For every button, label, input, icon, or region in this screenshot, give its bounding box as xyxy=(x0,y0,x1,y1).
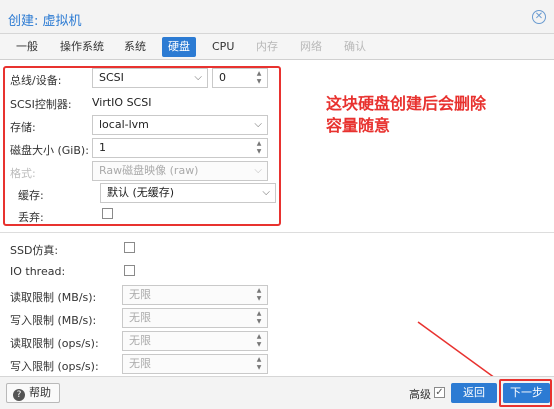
tab-cpu[interactable]: CPU xyxy=(206,37,240,57)
write-limit-mb-placeholder: 无限 xyxy=(129,311,151,324)
help-button[interactable]: ? 帮助 xyxy=(6,383,60,403)
read-limit-ops-input[interactable]: 无限 ▲ ▼ xyxy=(122,331,268,351)
wizard-tabs: 一般 操作系统 系统 硬盘 CPU 内存 网络 确认 xyxy=(0,34,554,60)
io-thread-checkbox[interactable] xyxy=(124,265,135,276)
read-limit-mb-placeholder: 无限 xyxy=(129,288,151,301)
tab-system[interactable]: 系统 xyxy=(118,37,152,57)
help-icon: ? xyxy=(13,389,25,401)
advanced-label: 高级 xyxy=(409,388,431,401)
read-limit-ops-placeholder: 无限 xyxy=(129,334,151,347)
tab-memory: 内存 xyxy=(256,40,278,53)
io-thread-label: IO thread: xyxy=(10,265,66,278)
tab-hard-disk[interactable]: 硬盘 xyxy=(162,37,196,57)
ssd-emulation-label: SSD仿真: xyxy=(10,244,59,257)
write-limit-ops-input[interactable]: 无限 ▲ ▼ xyxy=(122,354,268,374)
close-icon[interactable]: ✕ xyxy=(532,10,546,24)
read-limit-ops-label: 读取限制 (ops/s): xyxy=(10,337,99,350)
advanced-checkbox[interactable]: ✓ xyxy=(434,387,445,398)
help-label: 帮助 xyxy=(29,386,51,399)
write-limit-ops-label: 写入限制 (ops/s): xyxy=(10,360,99,373)
tab-confirm: 确认 xyxy=(344,40,366,53)
spinner-arrows-icon[interactable]: ▲ ▼ xyxy=(255,287,263,303)
annotation-text: 这块硬盘创建后会删除 容量随意 xyxy=(326,93,516,137)
annotation-highlight-box xyxy=(3,66,281,226)
spinner-arrows-icon[interactable]: ▲ ▼ xyxy=(255,333,263,349)
tab-network: 网络 xyxy=(300,40,322,53)
tab-os[interactable]: 操作系统 xyxy=(54,37,110,57)
read-limit-mb-input[interactable]: 无限 ▲ ▼ xyxy=(122,285,268,305)
spinner-arrows-icon[interactable]: ▲ ▼ xyxy=(255,310,263,326)
dialog-footer: ? 帮助 高级 ✓ 返回 下一步 xyxy=(0,376,554,409)
next-button-highlight xyxy=(499,379,552,407)
window-title: 创建: 虚拟机 xyxy=(8,14,82,29)
window-titlebar: 创建: 虚拟机 ✕ xyxy=(0,0,554,34)
tab-general[interactable]: 一般 xyxy=(10,37,44,57)
back-button[interactable]: 返回 xyxy=(451,383,497,403)
spinner-arrows-icon[interactable]: ▲ ▼ xyxy=(255,356,263,372)
write-limit-mb-input[interactable]: 无限 ▲ ▼ xyxy=(122,308,268,328)
write-limit-ops-placeholder: 无限 xyxy=(129,357,151,370)
section-divider xyxy=(0,232,554,233)
annotation-line-2: 容量随意 xyxy=(326,116,391,135)
ssd-emulation-checkbox[interactable] xyxy=(124,242,135,253)
write-limit-mb-label: 写入限制 (MB/s): xyxy=(10,314,97,327)
annotation-line-1: 这块硬盘创建后会删除 xyxy=(326,94,487,113)
read-limit-mb-label: 读取限制 (MB/s): xyxy=(10,291,97,304)
